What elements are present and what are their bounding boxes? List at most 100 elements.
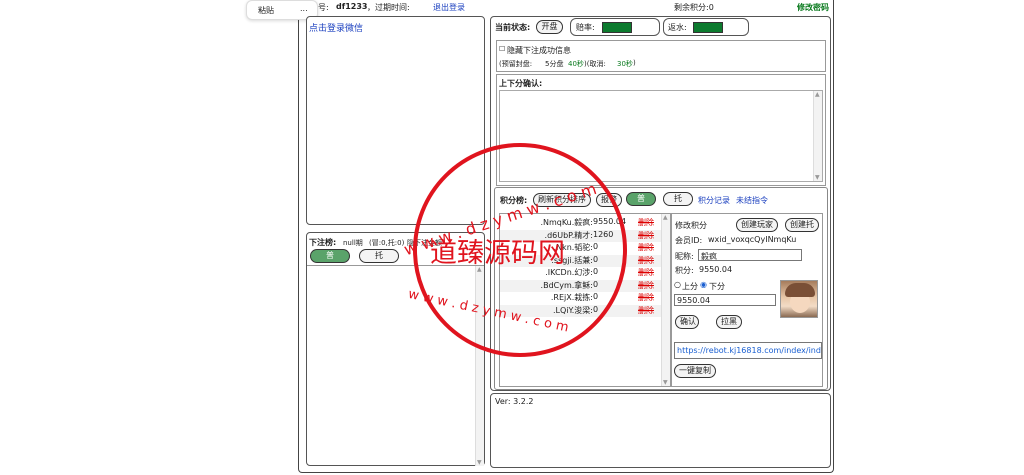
scroll-up-icon[interactable]: ▲: [815, 91, 820, 98]
bets-green-button[interactable]: 普: [310, 249, 350, 263]
remaining-points: 剩余积分:0: [674, 3, 714, 12]
down-label: 下分: [709, 282, 725, 291]
more-menu-item[interactable]: ...: [300, 4, 308, 13]
points-row[interactable]: .IKCDn.幻涉: 0 删除: [500, 267, 663, 279]
unsettled-link[interactable]: 未结指令: [736, 195, 768, 206]
updown-confirm-box: 上下分确认: ▲ ▼: [496, 74, 826, 186]
points-row[interactable]: .LQiY.浚梁: 0 删除: [500, 304, 663, 317]
confirm-button[interactable]: 确认: [675, 315, 699, 329]
url-input[interactable]: https://rebot.kj16818.com/index/index/in: [674, 342, 822, 359]
up-label: 上分: [682, 282, 698, 291]
points-row[interactable]: .BdCym.拿稣: 0 删除: [500, 279, 663, 292]
seal-seconds[interactable]: 40秒: [568, 59, 584, 69]
hide-success-checkbox[interactable]: ☐: [499, 45, 505, 53]
rebate-color-box: [693, 22, 723, 33]
points-list: .NmqKu.毅疯: 9550.04 删除 .d6UbP.精才: 1260 删除 .Nkn.…: [499, 213, 671, 387]
bets-panel: 下注榜: null期 (冒:0,托:0) 隐下注金额 普 托 ▲ ▼: [306, 232, 485, 466]
points-row-name: .IKCDn.幻涉:: [545, 268, 593, 277]
logout-link[interactable]: 退出登录: [433, 2, 465, 13]
seal-label: (预留封盘:: [499, 60, 533, 68]
points-value: 9550.04: [699, 265, 733, 274]
updown-confirm-label: 上下分确认:: [499, 79, 543, 88]
delete-link[interactable]: 删除: [638, 255, 654, 266]
points-row-name: .BdCym.拿稣:: [540, 280, 593, 290]
account-prefix: 号:: [318, 3, 329, 12]
delete-link[interactable]: 删除: [638, 242, 654, 253]
points-row[interactable]: .REjX.栽拣: 0 删除: [500, 292, 663, 304]
points-green-button[interactable]: 普: [626, 192, 656, 206]
points-row[interactable]: .ssgji.括兼: 0 删除: [500, 254, 663, 267]
expire-label: ，过期时间:: [367, 3, 410, 12]
edit-points-title: 修改积分: [675, 221, 707, 230]
cancel-suffix: ): [633, 59, 636, 67]
points-row-score: 1260: [593, 229, 614, 239]
scroll-down-icon[interactable]: ▼: [663, 379, 668, 386]
points-row[interactable]: .d6UbP.精才: 1260 删除: [500, 229, 663, 242]
odds-label: 赔率:: [576, 23, 595, 32]
points-row-score: 0: [593, 292, 599, 301]
login-wechat-link[interactable]: 点击登录微信: [309, 21, 363, 34]
points-record-link[interactable]: 积分记录: [698, 195, 730, 206]
delete-link[interactable]: 删除: [638, 217, 654, 228]
cancel-label: )(取消:: [584, 60, 606, 68]
points-rows: .NmqKu.毅疯: 9550.04 删除 .d6UbP.精才: 1260 删除 .Nkn.…: [500, 217, 663, 382]
paste-menu-item[interactable]: 粘贴: [258, 5, 274, 16]
points-scrollbar[interactable]: ▲ ▼: [661, 214, 670, 386]
bets-period: null期: [343, 239, 363, 247]
points-row-score: 0: [593, 254, 599, 264]
create-player-button[interactable]: 创建玩家: [736, 218, 778, 232]
account-name: df1233: [336, 2, 368, 11]
points-section: 积分榜: 刷新积分排序 报警 普 托 积分记录 未结指令 .NmqKu.毅疯: 9…: [494, 187, 828, 390]
member-id-label: 会员ID:: [675, 236, 703, 245]
points-row-name: .NmqKu.毅疯:: [540, 218, 593, 227]
bets-tuo-button[interactable]: 托: [359, 249, 399, 263]
nickname-input[interactable]: 毅疯: [698, 249, 802, 261]
points-row-score: 9550.04: [593, 217, 627, 226]
points-row-score: 0: [593, 267, 599, 276]
delete-link[interactable]: 删除: [638, 267, 654, 278]
alarm-button[interactable]: 报警: [596, 193, 622, 207]
updown-confirm-textarea[interactable]: ▲ ▼: [499, 90, 823, 182]
version-text: Ver: 3.2.2: [495, 397, 534, 406]
odds-color-box: [602, 22, 632, 33]
delete-link[interactable]: 删除: [638, 280, 654, 291]
points-row-score: 0: [593, 304, 599, 314]
copy-all-button[interactable]: 一键复制: [674, 364, 716, 378]
login-panel: 点击登录微信: [306, 16, 485, 225]
refresh-points-button[interactable]: 刷新积分排序: [533, 193, 591, 207]
delete-link[interactable]: 删除: [638, 230, 654, 241]
updown-scrollbar[interactable]: ▲ ▼: [813, 91, 822, 181]
scroll-up-icon[interactable]: ▲: [663, 214, 668, 221]
points-tuo-button[interactable]: 托: [663, 192, 693, 206]
points-value-label: 积分:: [675, 266, 694, 275]
seal-value[interactable]: 5分盘: [545, 59, 563, 69]
points-row-name: .ssgji.括兼:: [551, 255, 593, 265]
points-row[interactable]: .NmqKu.毅疯: 9550.04 删除: [500, 217, 663, 229]
bets-info: (冒:0,托:0): [369, 239, 405, 247]
rebate-label: 返水:: [668, 23, 687, 32]
amount-input[interactable]: 9550.04: [674, 294, 776, 306]
delete-link[interactable]: 删除: [638, 292, 654, 303]
up-radio[interactable]: ○: [674, 280, 681, 289]
points-row-name: .LQiY.浚梁:: [552, 305, 593, 315]
change-password-link[interactable]: 修改密码: [797, 2, 829, 13]
nickname-label: 昵称:: [675, 252, 694, 261]
bets-list: ▲ ▼: [307, 265, 484, 466]
options-box: ☐ 隐藏下注成功信息 (预留封盘: 5分盘 40秒 )(取消: 30秒 ): [496, 40, 826, 72]
scroll-up-icon[interactable]: ▲: [477, 266, 482, 273]
scroll-down-icon[interactable]: ▼: [477, 459, 482, 466]
open-market-button[interactable]: 开盘: [536, 20, 563, 34]
points-row-name: .REjX.栽拣:: [550, 293, 593, 302]
down-radio[interactable]: ◉: [700, 280, 707, 289]
points-row-name: .d6UbP.精才:: [544, 230, 593, 240]
cancel-seconds[interactable]: 30秒: [617, 59, 633, 69]
create-tuo-button[interactable]: 创建托: [785, 218, 819, 232]
scroll-down-icon[interactable]: ▼: [815, 174, 820, 181]
block-button[interactable]: 拉黑: [716, 315, 742, 329]
bets-hidden-toggle[interactable]: 隐下注金额: [407, 238, 442, 248]
points-row[interactable]: .Nkn.韬驼: 0 删除: [500, 242, 663, 254]
bets-scrollbar[interactable]: ▲ ▼: [475, 266, 484, 466]
delete-link[interactable]: 删除: [638, 305, 654, 316]
points-label: 积分榜:: [500, 196, 528, 205]
points-row-score: 0: [593, 242, 599, 251]
